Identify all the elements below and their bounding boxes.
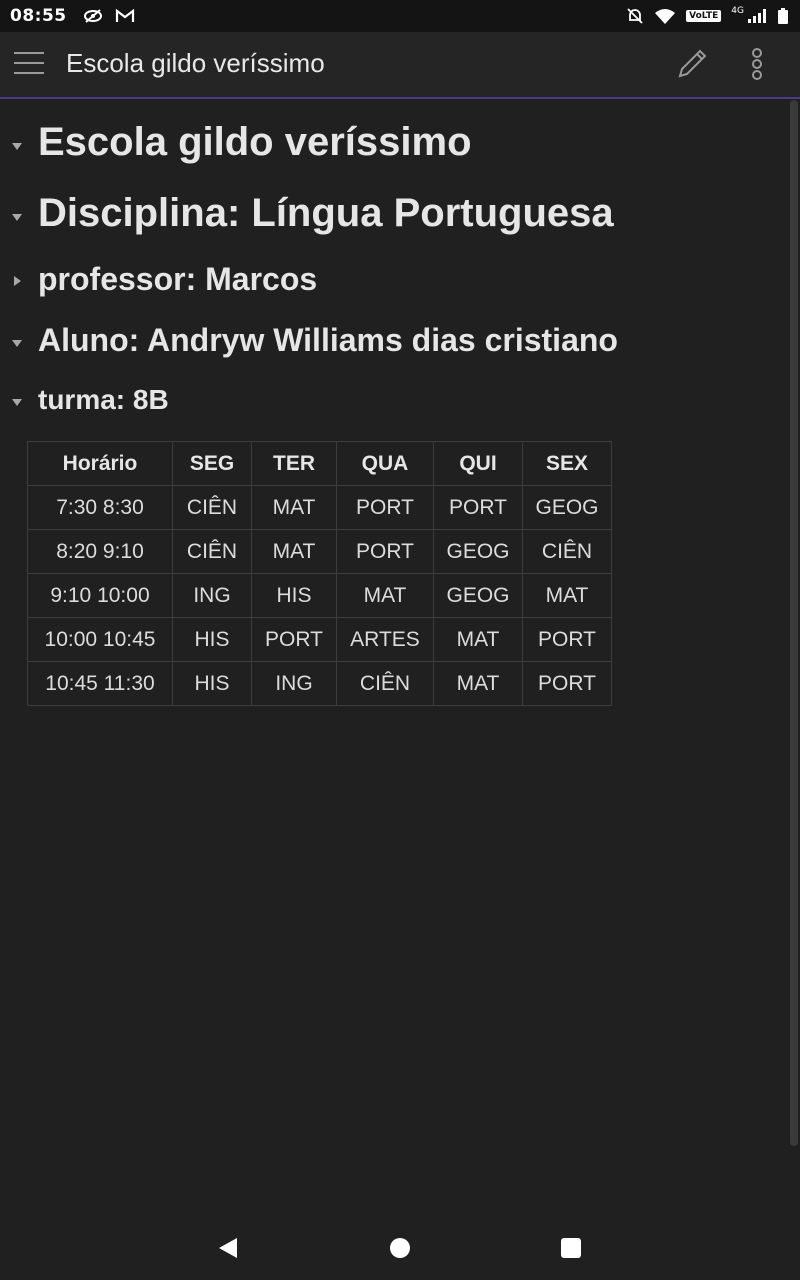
status-right-icons: VoLTE 4G xyxy=(626,0,788,32)
table-cell: CIÊN xyxy=(336,661,434,706)
collapse-caret-1[interactable] xyxy=(12,143,22,150)
table-row: 10:45 11:30 HIS ING CIÊN MAT PORT xyxy=(27,661,612,706)
table-cell: PORT xyxy=(433,485,523,530)
table-cell: MAT xyxy=(336,573,434,618)
table-cell: 8:20 9:10 xyxy=(27,529,173,574)
gmail-icon xyxy=(115,8,134,22)
table-cell: PORT xyxy=(522,617,612,662)
table-cell: GEOG xyxy=(522,485,612,530)
table-cell: ING xyxy=(251,661,337,706)
table-cell: MAT xyxy=(251,485,337,530)
table-cell: 9:10 10:00 xyxy=(27,573,173,618)
app-bar: Escola gildo veríssimo xyxy=(0,32,800,99)
table-header-cell: QUA xyxy=(336,441,434,486)
collapse-caret-2[interactable] xyxy=(12,214,22,221)
table-cell: PORT xyxy=(336,485,434,530)
table-cell: HIS xyxy=(251,573,337,618)
table-cell: ARTES xyxy=(336,617,434,662)
table-cell: PORT xyxy=(251,617,337,662)
pencil-icon[interactable] xyxy=(674,46,710,82)
home-icon[interactable] xyxy=(390,1238,410,1258)
table-cell: PORT xyxy=(336,529,434,574)
table-cell: PORT xyxy=(522,661,612,706)
bell-off-icon xyxy=(627,8,643,24)
table-cell: CIÊN xyxy=(172,529,252,574)
table-header-cell: SEX xyxy=(522,441,612,486)
table-cell: CIÊN xyxy=(172,485,252,530)
table-cell: MAT xyxy=(433,661,523,706)
app-bar-title: Escola gildo veríssimo xyxy=(66,48,325,78)
volte-badge: VoLTE xyxy=(686,10,722,22)
status-bar: 08:55 VoLTE 4G xyxy=(0,0,800,32)
table-cell: 10:45 11:30 xyxy=(27,661,173,706)
table-header-cell: QUI xyxy=(433,441,523,486)
signal-icon xyxy=(748,9,766,23)
table-row: 10:00 10:45 HIS PORT ARTES MAT PORT xyxy=(27,617,612,662)
table-cell: ING xyxy=(172,573,252,618)
table-header-cell: SEG xyxy=(172,441,252,486)
status-time: 08:55 xyxy=(10,6,67,26)
table-cell: CIÊN xyxy=(522,529,612,574)
table-cell: 7:30 8:30 xyxy=(27,485,173,530)
wifi-icon xyxy=(655,9,676,24)
table-header-cell: Horário xyxy=(27,441,173,486)
heading-teacher: professor: Marcos xyxy=(38,261,318,297)
eye-slash-icon xyxy=(83,9,102,23)
table-cell: MAT xyxy=(251,529,337,574)
table-row: 7:30 8:30 CIÊN MAT PORT PORT GEOG xyxy=(27,485,612,530)
back-icon[interactable] xyxy=(219,1238,237,1258)
table-row: 8:20 9:10 CIÊN MAT PORT GEOG CIÊN xyxy=(27,529,612,574)
network-type: 4G xyxy=(731,6,744,16)
expand-caret-3[interactable] xyxy=(14,276,21,286)
table-row: 9:10 10:00 ING HIS MAT GEOG MAT xyxy=(27,573,612,618)
schedule-table: Horário SEG TER QUA QUI SEX 7:30 8:30 CI… xyxy=(27,441,612,706)
collapse-caret-4[interactable] xyxy=(12,340,22,347)
battery-icon xyxy=(778,8,788,24)
collapse-caret-5[interactable] xyxy=(12,399,22,406)
table-cell: HIS xyxy=(172,617,252,662)
heading-student: Aluno: Andryw Williams dias cristiano xyxy=(38,322,618,358)
heading-school: Escola gildo veríssimo xyxy=(38,120,472,164)
more-vert-icon[interactable] xyxy=(744,46,768,82)
menu-icon[interactable] xyxy=(14,52,44,76)
table-header-row: Horário SEG TER QUA QUI SEX xyxy=(27,441,612,486)
table-cell: MAT xyxy=(433,617,523,662)
table-cell: GEOG xyxy=(433,529,523,574)
table-header-cell: TER xyxy=(251,441,337,486)
scrollbar[interactable] xyxy=(790,100,798,1146)
table-cell: MAT xyxy=(522,573,612,618)
heading-discipline: Disciplina: Língua Portuguesa xyxy=(38,191,614,235)
recent-apps-icon[interactable] xyxy=(561,1238,581,1258)
table-cell: 10:00 10:45 xyxy=(27,617,173,662)
status-left-icons xyxy=(83,8,135,24)
table-cell: GEOG xyxy=(433,573,523,618)
heading-class: turma: 8B xyxy=(38,384,169,415)
table-cell: HIS xyxy=(172,661,252,706)
